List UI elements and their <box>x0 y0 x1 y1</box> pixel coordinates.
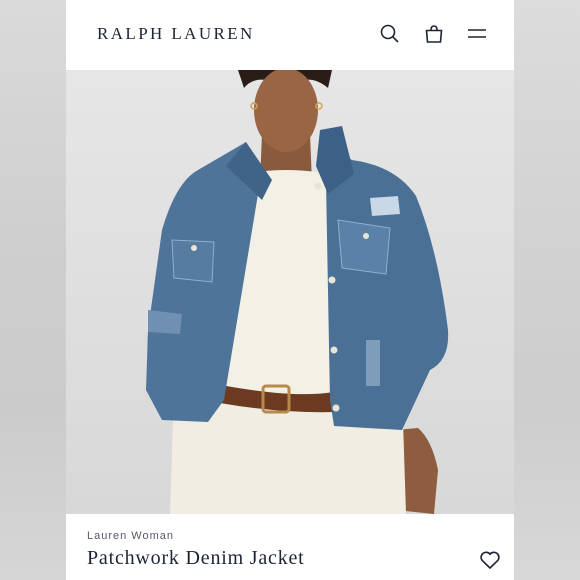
model-illustration <box>146 70 449 514</box>
sleeve-cuff <box>148 310 182 334</box>
product-page: RALPH LAUREN Lauren Woman Patchwork Deni… <box>66 0 514 580</box>
search-icon[interactable] <box>378 22 402 46</box>
face <box>254 70 318 152</box>
product-image[interactable] <box>66 70 514 514</box>
button <box>191 245 197 251</box>
shopping-bag-icon[interactable] <box>422 22 446 46</box>
product-title[interactable]: Patchwork Denim Jacket <box>87 547 305 570</box>
brand-logo[interactable]: RALPH LAUREN <box>97 24 255 44</box>
button <box>363 233 369 239</box>
button <box>332 404 340 412</box>
product-info: Lauren Woman Patchwork Denim Jacket <box>66 514 514 580</box>
button <box>314 182 322 190</box>
pocket-right <box>337 219 391 275</box>
button <box>330 346 338 354</box>
right-background <box>514 0 580 580</box>
menu-icon[interactable] <box>465 22 489 46</box>
patchwork-patch <box>370 196 400 216</box>
header-bar: RALPH LAUREN <box>66 0 514 70</box>
sub-brand-label: Lauren Woman <box>87 530 175 542</box>
heart-icon[interactable] <box>478 548 502 572</box>
patch-strip <box>366 340 380 386</box>
button <box>328 276 336 284</box>
left-background <box>0 0 66 580</box>
